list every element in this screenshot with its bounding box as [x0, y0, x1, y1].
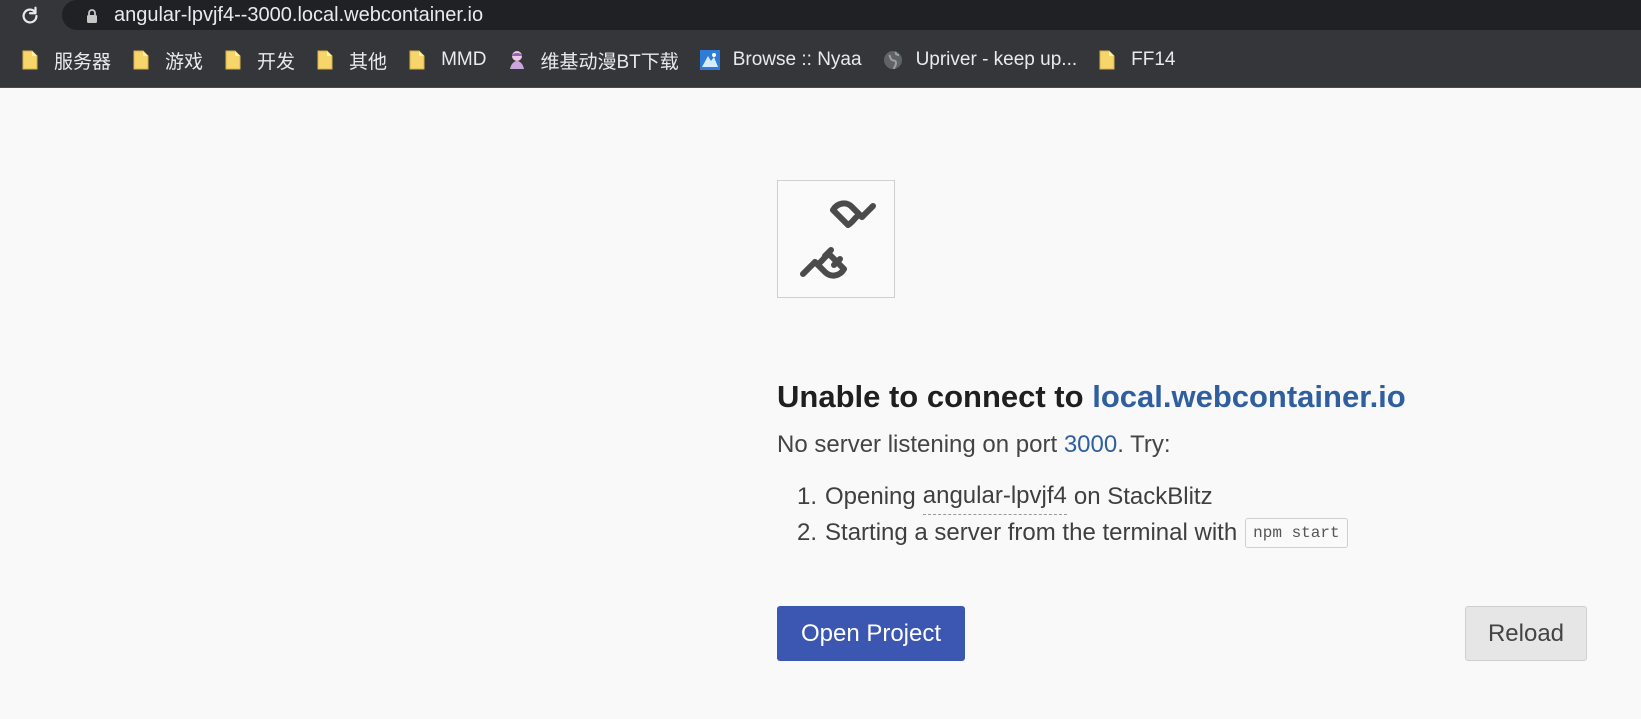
globe-icon	[882, 49, 904, 71]
port-number: 3000	[1063, 431, 1118, 458]
folder-icon	[407, 49, 429, 71]
error-message: No server listening on port 3000. Try:	[777, 430, 1171, 460]
bookmark-label: 服务器	[54, 51, 112, 73]
step-text: on StackBlitz	[1073, 482, 1213, 510]
bookmark-anime-bt[interactable]: 维基动漫BT下载	[504, 43, 688, 77]
project-link[interactable]: angular-lpvjf4	[922, 478, 1067, 515]
bookmark-games[interactable]: 游戏	[129, 43, 213, 77]
list-item: 1. Opening angular-lpvjf4 on StackBlitz	[797, 478, 1348, 515]
title-prefix: Unable to connect to	[777, 378, 1084, 414]
bookmark-label: Upriver - keep up...	[915, 49, 1078, 70]
list-item: 2. Starting a server from the terminal w…	[797, 515, 1348, 551]
browser-reload-button[interactable]	[16, 2, 44, 30]
message-prefix: No server listening on port	[777, 431, 1058, 458]
open-project-button[interactable]: Open Project	[777, 606, 965, 661]
page-title: Unable to connect to local.webcontainer.…	[777, 377, 1406, 417]
bookmark-nyaa[interactable]: Browse :: Nyaa	[697, 43, 872, 77]
folder-icon	[223, 49, 245, 71]
bookmark-label: 维基动漫BT下载	[540, 51, 679, 73]
folder-icon	[20, 49, 42, 71]
step-text: Starting a server from the terminal with	[825, 519, 1238, 546]
step-number: 2.	[797, 519, 818, 546]
folder-icon	[315, 49, 337, 71]
bookmark-label: 其他	[349, 51, 388, 73]
bookmark-label: 开发	[257, 51, 296, 73]
folder-icon	[131, 49, 153, 71]
command-chip: npm start	[1245, 518, 1348, 548]
browser-address-bar: angular-lpvjf4--3000.local.webcontainer.…	[0, 0, 1641, 33]
bookmarks-list: 服务器 游戏 开发 其他 MMD 维基动漫BT下载 Browse:: Nyaa…	[18, 33, 1194, 87]
url-text[interactable]: angular-lpvjf4--3000.local.webcontainer.…	[114, 3, 483, 27]
plug-disconnected-icon	[800, 200, 876, 279]
reload-button[interactable]: Reload	[1465, 606, 1587, 661]
anime-site-icon	[506, 49, 528, 71]
bookmark-other[interactable]: 其他	[313, 43, 397, 77]
url-omnibox[interactable]: angular-lpvjf4--3000.local.webcontainer.…	[62, 0, 1641, 30]
step-text: Opening	[825, 482, 916, 510]
host-link[interactable]: local.webcontainer.io	[1092, 379, 1406, 414]
message-suffix: . Try:	[1117, 431, 1171, 458]
lock-icon	[87, 9, 97, 23]
bookmark-ff14[interactable]: FF14	[1095, 43, 1185, 77]
nyaa-site-icon	[699, 49, 721, 71]
suggestion-list: 1. Opening angular-lpvjf4 on StackBlitz …	[797, 478, 1348, 551]
plug-icon-box	[777, 180, 895, 298]
bookmark-servers[interactable]: 服务器	[18, 43, 121, 77]
bookmark-label: MMD	[441, 49, 487, 70]
bookmarks-bar: 服务器 游戏 开发 其他 MMD 维基动漫BT下载 Browse:: Nyaa…	[0, 33, 1641, 88]
bookmark-upriver[interactable]: Upriver - keep up...	[880, 43, 1088, 77]
bookmark-label: 游戏	[165, 51, 204, 73]
folder-icon	[1097, 49, 1119, 71]
reload-icon	[22, 6, 38, 24]
step-number: 1.	[797, 482, 818, 510]
bookmark-label: FF14	[1131, 49, 1176, 70]
bookmark-development[interactable]: 开发	[221, 43, 305, 77]
bookmark-mmd[interactable]: MMD	[405, 43, 496, 77]
bookmark-label: Browse :: Nyaa	[732, 49, 862, 70]
